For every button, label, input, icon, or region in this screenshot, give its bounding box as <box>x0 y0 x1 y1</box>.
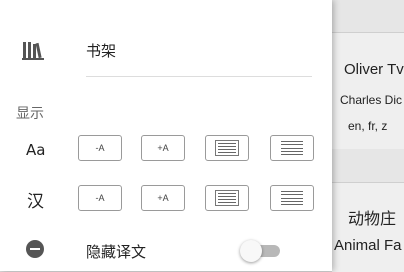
book-languages: en, fr, z <box>348 119 388 133</box>
latin-font-label: Aa <box>26 141 46 159</box>
book-title-zh: 动物庄 <box>348 209 397 228</box>
hide-translation-label: 隐藏译文 <box>86 243 147 261</box>
book-author: Charles Dic <box>340 93 403 107</box>
background-content: Oliver Tv Charles Dic en, fr, z 动物庄 Anim… <box>332 0 404 272</box>
chinese-align-left-button[interactable] <box>270 185 314 211</box>
align-left-icon <box>281 141 303 155</box>
book-card: Oliver Tv Charles Dic en, fr, z <box>332 32 404 149</box>
settings-drawer: 书架 显示 Aa -A +A 汉 -A +A 隐藏译文 <box>0 0 332 271</box>
bookshelf-icon[interactable] <box>22 40 44 60</box>
justify-icon <box>215 190 239 206</box>
divider <box>86 76 312 77</box>
latin-align-left-button[interactable] <box>270 135 314 161</box>
latin-font-decrease-button[interactable]: -A <box>78 135 122 161</box>
book-title-en: Animal Fa <box>334 237 402 254</box>
bookshelf-link[interactable]: 书架 <box>86 40 116 61</box>
toggle-knob[interactable] <box>240 240 262 262</box>
chinese-justify-button[interactable] <box>205 185 249 211</box>
minus-circle-icon <box>26 240 44 258</box>
latin-justify-button[interactable] <box>205 135 249 161</box>
chinese-font-increase-button[interactable]: +A <box>141 185 185 211</box>
chinese-font-decrease-button[interactable]: -A <box>78 185 122 211</box>
display-section-label: 显示 <box>16 106 44 122</box>
latin-font-increase-button[interactable]: +A <box>141 135 185 161</box>
align-left-icon <box>281 191 303 205</box>
justify-icon <box>215 140 239 156</box>
book-card: 动物庄 Animal Fa <box>332 182 404 272</box>
book-title: Oliver Tv <box>344 61 404 78</box>
chinese-font-label: 汉 <box>27 192 44 212</box>
